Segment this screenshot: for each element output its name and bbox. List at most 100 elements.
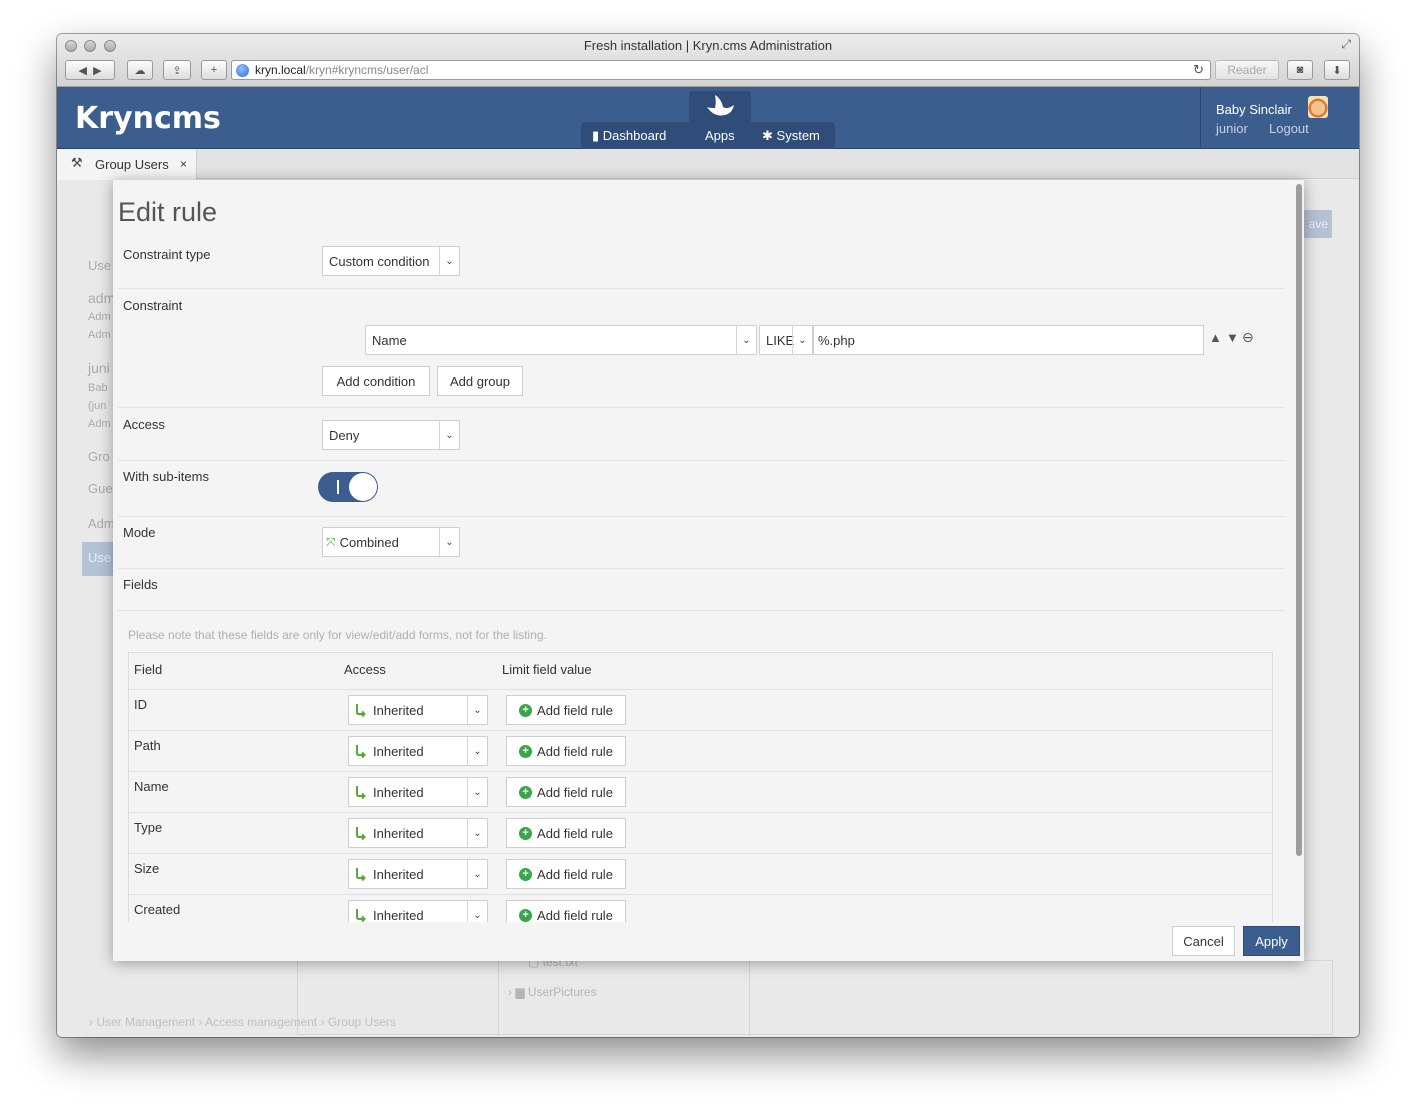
avatar[interactable] bbox=[1308, 96, 1328, 118]
browser-window: Fresh installation | Kryn.cms Administra… bbox=[57, 34, 1359, 1037]
field-access-select[interactable]: Inherited ⌄ bbox=[348, 695, 488, 725]
remove-condition-icon[interactable]: ⊖ bbox=[1242, 329, 1254, 346]
field-name: Path bbox=[134, 738, 161, 753]
constraint-value-input[interactable]: %.php bbox=[813, 325, 1204, 355]
fields-table: Field Access Limit field value ID Inheri… bbox=[128, 652, 1273, 922]
user-divider bbox=[1200, 87, 1201, 149]
new-tab-button[interactable]: + bbox=[201, 60, 227, 80]
field-access-select[interactable]: Inherited ⌄ bbox=[348, 736, 488, 766]
forward-icon[interactable]: ▶ bbox=[93, 64, 101, 77]
nav-system-label: System bbox=[776, 128, 820, 143]
chevron-down-icon: ⌄ bbox=[467, 860, 487, 888]
add-field-rule-button[interactable]: + Add field rule bbox=[506, 859, 626, 889]
sub-items-toggle[interactable] bbox=[318, 472, 378, 502]
nav-system[interactable]: ✱ System bbox=[762, 128, 820, 144]
dialog-scrollbar[interactable] bbox=[1296, 184, 1302, 856]
nav-apps-label: Apps bbox=[705, 128, 735, 143]
field-access-select[interactable]: Inherited ⌄ bbox=[348, 859, 488, 889]
add-circle-icon: + bbox=[519, 703, 533, 717]
table-row: Created Inherited ⌄ + Add field rule bbox=[129, 894, 1272, 922]
plus-icon: + bbox=[210, 64, 218, 76]
table-row: Path Inherited ⌄ + Add field rule bbox=[129, 730, 1272, 771]
mode-label: Mode bbox=[123, 525, 156, 540]
mode-select[interactable]: ⤧ Combined ⌄ bbox=[322, 527, 460, 557]
access-value: Deny bbox=[329, 427, 360, 443]
gear-icon: ✱ bbox=[762, 128, 773, 143]
wrench-icon: ⚒ bbox=[71, 155, 83, 170]
privacy-button[interactable]: ◙ bbox=[1287, 60, 1313, 80]
constraint-operator-select[interactable]: LIKE ⌄ bbox=[759, 325, 813, 355]
tab-label: Group Users bbox=[95, 157, 169, 172]
toggle-on-indicator bbox=[337, 480, 339, 494]
add-circle-icon: + bbox=[519, 826, 533, 840]
bg-file-panel: ▢ test.txt › ▆ UserPictures bbox=[297, 955, 1333, 1036]
inherited-arrow-icon bbox=[356, 786, 366, 799]
kryncms-logo[interactable]: Kryncms bbox=[75, 101, 221, 136]
bg-crumb: Group Users bbox=[327, 1015, 396, 1029]
field-access-select[interactable]: Inherited ⌄ bbox=[348, 900, 488, 922]
field-access-value: Inherited bbox=[373, 907, 424, 923]
constraint-field-select[interactable]: Name ⌄ bbox=[365, 325, 757, 355]
constraint-row: Constraint Name ⌄ LIKE ⌄ %.php ▲ ▼ ⊖ Add… bbox=[118, 290, 1285, 408]
bg-crumb: User Management bbox=[96, 1015, 196, 1029]
nav-dashboard[interactable]: ▮ Dashboard bbox=[592, 128, 666, 144]
downloads-button[interactable]: ⬇ bbox=[1324, 60, 1350, 80]
reload-icon[interactable]: ↻ bbox=[1193, 62, 1204, 78]
add-field-rule-button[interactable]: + Add field rule bbox=[506, 900, 626, 922]
constraint-label: Constraint bbox=[123, 298, 183, 313]
fields-label: Fields bbox=[123, 577, 158, 592]
constraint-type-row: Constraint type Custom condition ⌄ bbox=[118, 239, 1285, 289]
close-icon[interactable]: × bbox=[180, 157, 187, 171]
add-circle-icon: + bbox=[519, 744, 533, 758]
nav-dashboard-label: Dashboard bbox=[602, 128, 667, 143]
constraint-type-label: Constraint type bbox=[123, 247, 211, 262]
fullscreen-icon[interactable]: ⤢ bbox=[1341, 37, 1351, 52]
toggle-knob bbox=[349, 473, 377, 501]
constraint-type-value: Custom condition bbox=[329, 253, 430, 269]
chevron-down-icon: ⌄ bbox=[439, 528, 459, 556]
constraint-field-value: Name bbox=[372, 332, 407, 348]
url-host: kryn.local bbox=[255, 63, 306, 77]
app-header: Kryncms ▮ Dashboard Apps ✱ System Baby S… bbox=[57, 87, 1359, 149]
move-up-icon[interactable]: ▲ bbox=[1209, 330, 1222, 345]
apps-bird-icon[interactable] bbox=[703, 93, 737, 123]
add-field-rule-label: Add field rule bbox=[537, 866, 613, 882]
back-icon[interactable]: ◀ bbox=[78, 64, 86, 77]
access-select[interactable]: Deny ⌄ bbox=[322, 420, 460, 450]
download-icon: ⬇ bbox=[1332, 64, 1342, 77]
add-field-rule-button[interactable]: + Add field rule bbox=[506, 777, 626, 807]
icloud-tabs-button[interactable]: ☁ bbox=[127, 60, 153, 80]
address-bar[interactable]: kryn.local/kryn#kryncms/user/acl ↻ bbox=[231, 60, 1211, 80]
share-icon: ⇪ bbox=[172, 64, 182, 77]
constraint-type-select[interactable]: Custom condition ⌄ bbox=[322, 246, 460, 276]
cloud-icon: ☁ bbox=[134, 64, 146, 77]
logout-link[interactable]: Logout bbox=[1269, 121, 1309, 136]
add-field-rule-button[interactable]: + Add field rule bbox=[506, 695, 626, 725]
apply-button[interactable]: Apply bbox=[1243, 926, 1300, 956]
mode-value: Combined bbox=[339, 534, 399, 550]
add-field-rule-button[interactable]: + Add field rule bbox=[506, 818, 626, 848]
nav-apps[interactable]: Apps bbox=[705, 128, 735, 143]
table-row: Size Inherited ⌄ + Add field rule bbox=[129, 853, 1272, 894]
window-tab-bar: ⚒ Group Users × bbox=[57, 149, 1359, 180]
bg-breadcrumb: › User Management › Access management › … bbox=[89, 1015, 396, 1029]
add-condition-button[interactable]: Add condition bbox=[322, 366, 430, 396]
window-title: Fresh installation | Kryn.cms Administra… bbox=[583, 38, 833, 53]
cancel-button[interactable]: Cancel bbox=[1172, 926, 1235, 956]
chevron-down-icon: ⌄ bbox=[439, 247, 459, 275]
back-forward-buttons[interactable]: ◀ ▶ bbox=[65, 60, 115, 80]
reader-button[interactable]: Reader bbox=[1215, 60, 1279, 80]
add-field-rule-button[interactable]: + Add field rule bbox=[506, 736, 626, 766]
share-button[interactable]: ⇪ bbox=[163, 60, 191, 80]
add-group-button[interactable]: Add group bbox=[437, 366, 523, 396]
chevron-down-icon: ⌄ bbox=[439, 421, 459, 449]
mode-row: Mode ⤧ Combined ⌄ bbox=[118, 517, 1285, 569]
move-down-icon[interactable]: ▼ bbox=[1226, 330, 1239, 345]
add-field-rule-label: Add field rule bbox=[537, 743, 613, 759]
combined-arrows-icon: ⤧ bbox=[326, 534, 336, 549]
field-access-value: Inherited bbox=[373, 825, 424, 841]
tab-group-users[interactable]: ⚒ Group Users × bbox=[57, 149, 197, 180]
field-access-select[interactable]: Inherited ⌄ bbox=[348, 777, 488, 807]
field-access-select[interactable]: Inherited ⌄ bbox=[348, 818, 488, 848]
bg-folder-item: › ▆ UserPictures bbox=[508, 985, 597, 999]
